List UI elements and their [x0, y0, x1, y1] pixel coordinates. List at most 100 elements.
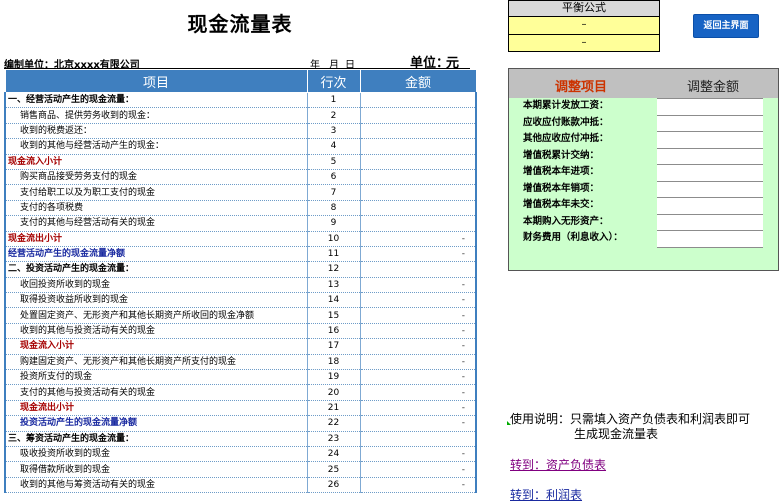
- row-amount-cell[interactable]: [360, 92, 477, 109]
- row-line-number: 12: [307, 261, 361, 278]
- row-amount-cell[interactable]: -: [360, 338, 477, 355]
- row-line-number: 26: [307, 477, 361, 494]
- adjustment-item-label: 增值税本年销项：: [523, 182, 600, 194]
- row-line-number: 10: [307, 231, 361, 247]
- row-amount-cell[interactable]: [360, 200, 477, 217]
- table-row: 经营活动产生的现金流量净额 11-: [4, 246, 477, 263]
- page-title: 现金流量表: [187, 12, 293, 36]
- row-item-label: 二、投资活动产生的现金流量：: [4, 261, 308, 278]
- row-amount-cell[interactable]: -: [360, 461, 477, 478]
- table-header-row: 项目 行次 金额: [4, 69, 477, 93]
- row-amount-cell[interactable]: [360, 169, 477, 186]
- row-line-number: 5: [307, 154, 361, 170]
- adjustment-amount-input[interactable]: [657, 164, 763, 181]
- row-line-number: 21: [307, 400, 361, 417]
- row-amount-cell[interactable]: -: [360, 246, 477, 263]
- row-amount-cell[interactable]: -: [360, 277, 477, 294]
- adjustment-amount-input[interactable]: [657, 230, 763, 247]
- row-amount-cell[interactable]: -: [360, 415, 477, 432]
- row-line-number: 8: [307, 200, 361, 217]
- row-item-label: 一、经营活动产生的现金流量：: [4, 92, 308, 109]
- row-item-label: 收到的税费返还：: [4, 123, 308, 140]
- row-line-number: 4: [307, 138, 361, 155]
- return-main-button[interactable]: 返回主界面: [693, 14, 759, 38]
- row-amount-cell[interactable]: [360, 431, 477, 447]
- balance-formula-cell-2[interactable]: –: [509, 35, 659, 51]
- row-line-number: 16: [307, 323, 361, 340]
- row-amount-cell[interactable]: -: [360, 369, 477, 386]
- row-line-number: 25: [307, 461, 361, 478]
- table-row: 现金流出小计 21-: [4, 400, 477, 417]
- table-row: 支付给职工以及为职工支付的现金 7: [4, 184, 477, 201]
- row-amount-cell[interactable]: -: [360, 354, 477, 371]
- adjustment-bottom-line: [657, 247, 763, 248]
- row-item-label: 经营活动产生的现金流量净额: [4, 246, 308, 263]
- row-item-label: 现金流入小计: [4, 154, 308, 170]
- row-amount-cell[interactable]: -: [360, 323, 477, 340]
- row-item-label: 收到的其他与投资活动有关的现金: [4, 323, 308, 340]
- table-row: 投资所支付的现金 19-: [4, 369, 477, 386]
- row-item-label: 支付的各项税费: [4, 200, 308, 217]
- link-income-statement[interactable]: 转到：利润表: [510, 486, 582, 503]
- row-line-number: 9: [307, 215, 361, 232]
- row-amount-cell[interactable]: -: [360, 384, 477, 401]
- row-amount-cell[interactable]: -: [360, 292, 477, 309]
- row-amount-cell[interactable]: [360, 261, 477, 278]
- adjustment-amount-input[interactable]: [657, 114, 763, 132]
- row-line-number: 1: [307, 92, 361, 109]
- row-item-label: 购买商品接受劳务支付的现金: [4, 169, 308, 186]
- row-line-number: 22: [307, 415, 361, 432]
- cash-flow-table: 项目 行次 金额 一、经营活动产生的现金流量： 1 销售商品、提供劳务收到的现金： 2…: [4, 69, 477, 494]
- table-row: 收到的其他与经营活动产生的现金： 4: [4, 138, 477, 155]
- row-amount-cell[interactable]: -: [360, 477, 477, 494]
- adjustment-amount-input[interactable]: [657, 147, 763, 165]
- adjustment-item-label: 增值税累计交纳：: [523, 149, 600, 161]
- row-line-number: 11: [307, 246, 361, 263]
- table-row: 收到的其他与投资活动有关的现金 16-: [4, 323, 477, 340]
- adjustment-panel: 调整项目 调整金额 本期累计发放工资： 应收应付账款冲抵： 其他应收应付冲抵： 增值税…: [508, 68, 779, 271]
- row-item-label: 取得借款所收到的现金: [4, 461, 308, 478]
- table-row: 支付的各项税费 8: [4, 200, 477, 217]
- row-item-label: 收到的其他与筹资活动有关的现金: [4, 477, 308, 494]
- table-row: 吸收投资所收到的现金 24-: [4, 446, 477, 463]
- row-amount-cell[interactable]: -: [360, 400, 477, 417]
- adjustment-amount-input[interactable]: [657, 180, 763, 198]
- row-item-label: 收回投资所收到的现金: [4, 277, 308, 294]
- adjustment-item-label: 应收应付账款冲抵：: [523, 116, 609, 128]
- row-item-label: 吸收投资所收到的现金: [4, 446, 308, 463]
- adjustment-amount-input[interactable]: [657, 213, 763, 231]
- row-item-label: 处置固定资产、无形资产和其他长期资产所收回的现金净额: [4, 307, 308, 324]
- table-row: 二、投资活动产生的现金流量： 12: [4, 261, 477, 278]
- adjustment-amount-input[interactable]: [657, 98, 763, 115]
- row-amount-cell[interactable]: [360, 138, 477, 155]
- row-line-number: 6: [307, 169, 361, 186]
- row-amount-cell[interactable]: [360, 154, 477, 170]
- row-amount-cell[interactable]: -: [360, 231, 477, 247]
- row-amount-cell[interactable]: [360, 123, 477, 140]
- row-item-label: 收到的其他与经营活动产生的现金：: [4, 138, 308, 155]
- adjustment-header-amount: 调整金额: [687, 80, 740, 95]
- row-amount-cell[interactable]: [360, 184, 477, 201]
- row-line-number: 24: [307, 446, 361, 463]
- link-balance-sheet[interactable]: 转到：资产负债表: [510, 456, 606, 473]
- row-item-label: 现金流入小计: [4, 338, 308, 355]
- row-amount-cell[interactable]: [360, 215, 477, 232]
- row-line-number: 23: [307, 431, 361, 447]
- row-item-label: 支付给职工以及为职工支付的现金: [4, 184, 308, 201]
- table-row: 投资活动产生的现金流量净额 22-: [4, 415, 477, 432]
- row-amount-cell[interactable]: -: [360, 446, 477, 463]
- balance-formula-cell-1[interactable]: –: [509, 17, 659, 35]
- row-item-label: 投资活动产生的现金流量净额: [4, 415, 308, 432]
- table-row: 取得借款所收到的现金 25-: [4, 461, 477, 478]
- table-row: 现金流入小计 17-: [4, 338, 477, 355]
- table-row: 购建固定资产、无形资产和其他长期资产所支付的现金 18-: [4, 354, 477, 371]
- row-line-number: 14: [307, 292, 361, 309]
- row-amount-cell[interactable]: -: [360, 307, 477, 324]
- table-row: 三、筹资活动产生的现金流量： 23: [4, 431, 477, 447]
- row-amount-cell[interactable]: [360, 107, 477, 124]
- adjustment-amount-input[interactable]: [657, 131, 763, 148]
- adjustment-amount-input[interactable]: [657, 197, 763, 214]
- header-line: 行次: [306, 69, 361, 93]
- table-row: 收到的其他与筹资活动有关的现金 26-: [4, 477, 477, 494]
- row-line-number: 2: [307, 107, 361, 124]
